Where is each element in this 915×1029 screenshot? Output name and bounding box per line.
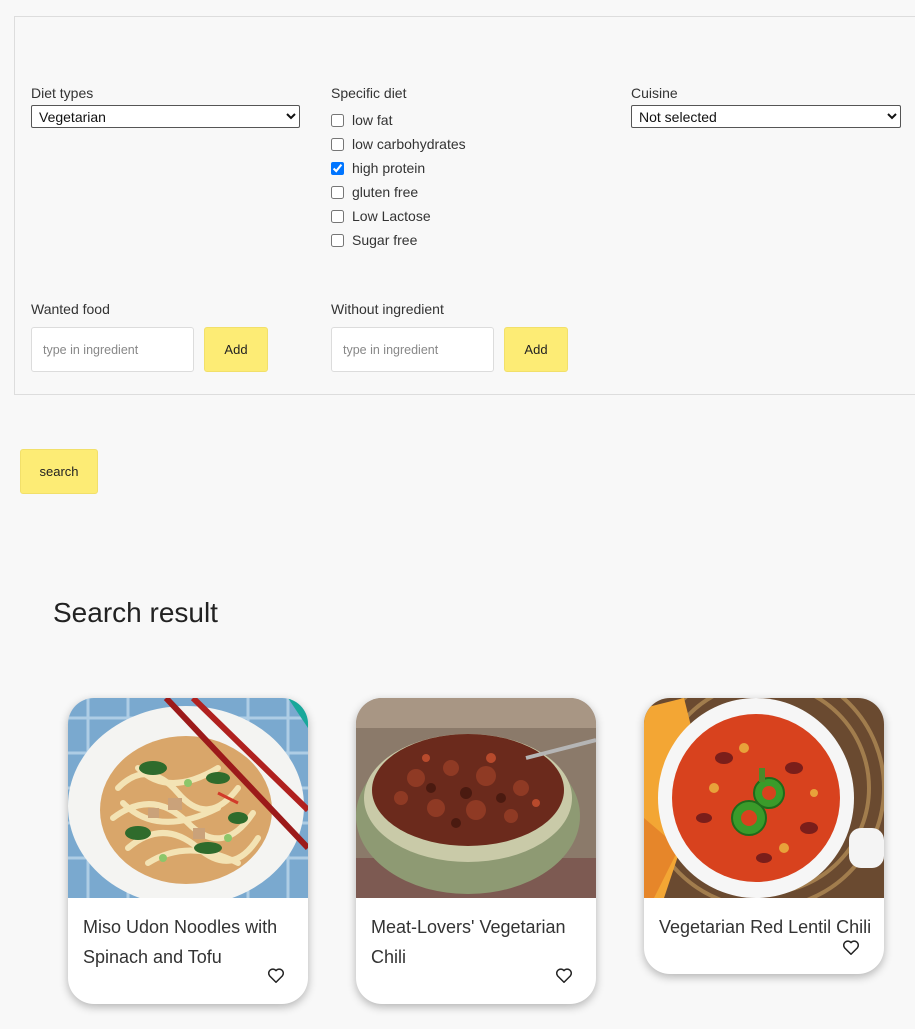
sugar-free-checkbox[interactable] <box>331 233 344 247</box>
diet-types-label: Diet types <box>31 85 94 101</box>
search-button[interactable]: search <box>20 449 98 494</box>
search-result-title: Search result <box>53 597 218 628</box>
wanted-food-input[interactable] <box>31 327 194 372</box>
diet-option-low-carbohydrates[interactable]: low carbohydrates <box>331 132 466 156</box>
diet-option-gluten-free[interactable]: gluten free <box>331 180 466 204</box>
recipe-card[interactable]: Vegetarian Red Lentil Chili <box>644 698 884 974</box>
specific-diet-label: Specific diet <box>331 85 407 101</box>
specific-diet-list: low fat low carbohydrates high protein g… <box>331 108 466 252</box>
recipe-card[interactable]: Miso Udon Noodles with Spinach and Tofu <box>68 698 308 1004</box>
add-without-ingredient-button[interactable]: Add <box>504 327 568 372</box>
diet-types-select[interactable]: Vegetarian <box>31 105 300 128</box>
cuisine-label: Cuisine <box>631 85 678 101</box>
heart-outline-icon[interactable] <box>555 967 573 984</box>
recipe-photo-lentil-chili <box>644 698 884 898</box>
low-lactose-label: Low Lactose <box>352 208 431 224</box>
high-protein-label: high protein <box>352 160 426 176</box>
without-ingredient-label: Without ingredient <box>331 301 444 317</box>
diet-option-high-protein[interactable]: high protein <box>331 156 466 180</box>
gluten-free-label: gluten free <box>352 184 419 200</box>
recipe-title[interactable]: Meat-Lovers' Vegetarian Chili <box>371 912 586 972</box>
add-wanted-food-button[interactable]: Add <box>204 327 268 372</box>
high-protein-checkbox[interactable] <box>331 161 344 175</box>
recipe-title[interactable]: Vegetarian Red Lentil Chili <box>659 912 879 942</box>
low-fat-checkbox[interactable] <box>331 113 344 127</box>
recipe-photo-chili <box>356 698 596 898</box>
cuisine-select[interactable]: Not selected <box>631 105 901 128</box>
recipe-title[interactable]: Miso Udon Noodles with Spinach and Tofu <box>83 912 298 972</box>
low-carbohydrates-checkbox[interactable] <box>331 137 344 151</box>
heart-outline-icon[interactable] <box>842 939 860 956</box>
diet-option-low-fat[interactable]: low fat <box>331 108 466 132</box>
low-carbohydrates-label: low carbohydrates <box>352 136 466 152</box>
low-fat-label: low fat <box>352 112 393 128</box>
without-ingredient-input[interactable] <box>331 327 494 372</box>
wanted-food-label: Wanted food <box>31 301 110 317</box>
diet-option-low-lactose[interactable]: Low Lactose <box>331 204 466 228</box>
recipe-card[interactable]: Meat-Lovers' Vegetarian Chili <box>356 698 596 1004</box>
gluten-free-checkbox[interactable] <box>331 185 344 199</box>
sugar-free-label: Sugar free <box>352 232 418 248</box>
diet-option-sugar-free[interactable]: Sugar free <box>331 228 466 252</box>
heart-outline-icon[interactable] <box>267 967 285 984</box>
recipe-photo-udon <box>68 698 308 898</box>
low-lactose-checkbox[interactable] <box>331 209 344 223</box>
